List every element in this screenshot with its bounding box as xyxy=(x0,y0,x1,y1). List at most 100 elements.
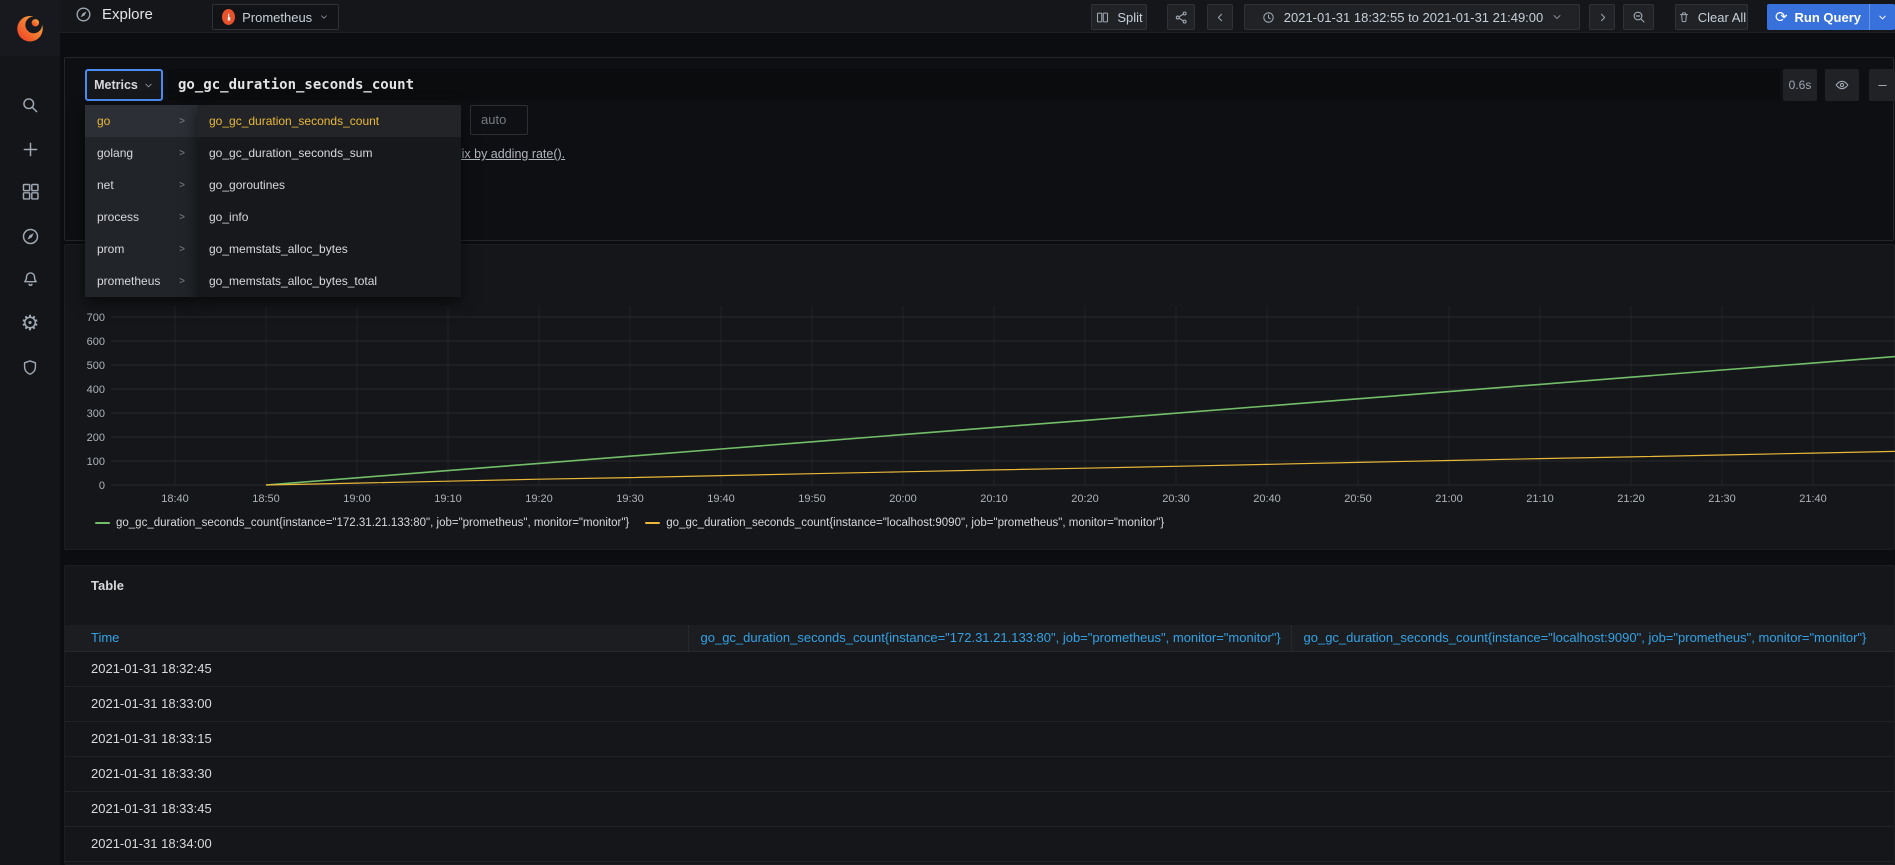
table-row: 2021-01-31 18:33:30 xyxy=(65,756,1894,792)
metric-group-item[interactable]: process > xyxy=(85,201,197,233)
table-panel: Table Time go_gc_duration_seconds_count{i… xyxy=(64,565,1895,865)
table-cell xyxy=(688,651,1291,687)
page-title: Explore xyxy=(102,6,153,23)
grafana-logo-icon xyxy=(17,15,43,42)
x-tick-label: 19:30 xyxy=(616,493,644,505)
y-tick-label: 400 xyxy=(87,384,105,396)
explore-compass-icon[interactable] xyxy=(18,224,42,248)
table-row: 2021-01-31 18:33:45 xyxy=(65,791,1894,827)
query-expression-input[interactable]: go_gc_duration_seconds_count xyxy=(168,69,1780,101)
table-cell: 2021-01-31 18:33:45 xyxy=(65,791,688,827)
x-tick-label: 19:20 xyxy=(525,493,553,505)
grafana-logo[interactable] xyxy=(0,0,60,56)
clear-all-label: Clear All xyxy=(1697,9,1747,25)
metric-suggestion-item[interactable]: go_info xyxy=(197,201,461,233)
metric-list-menu: go_gc_duration_seconds_count go_gc_durati… xyxy=(197,105,461,297)
chevron-left-icon xyxy=(1217,13,1222,21)
x-tick-label: 20:10 xyxy=(980,493,1008,505)
legend-series-label: go_gc_duration_seconds_count{instance="1… xyxy=(116,517,630,529)
query-visibility-toggle[interactable] xyxy=(1825,69,1859,101)
chevron-down-icon xyxy=(145,83,152,87)
metric-group-item[interactable]: go > xyxy=(85,105,197,137)
table-cell xyxy=(1291,721,1894,757)
table-cell xyxy=(688,686,1291,722)
metric-group-label: prom xyxy=(97,242,125,256)
metric-group-item[interactable]: prometheus > xyxy=(85,265,197,297)
metric-suggestion-item[interactable]: go_goroutines xyxy=(197,169,461,201)
time-shift-forward-button[interactable] xyxy=(1589,4,1615,30)
y-tick-label: 300 xyxy=(87,408,105,420)
table-column-header[interactable]: go_gc_duration_seconds_count{instance="1… xyxy=(688,625,1292,652)
metrics-dropdown-button[interactable]: Metrics xyxy=(85,69,163,101)
time-shift-back-button[interactable] xyxy=(1207,4,1233,30)
time-range-picker[interactable]: 2021-01-31 18:32:55 to 2021-01-31 21:49:… xyxy=(1244,4,1580,30)
legend-series-label: go_gc_duration_seconds_count{instance="l… xyxy=(666,517,1165,529)
chart-legend: go_gc_duration_seconds_count{instance="1… xyxy=(95,517,1164,529)
table-column-header[interactable]: go_gc_duration_seconds_count{instance="l… xyxy=(1291,625,1894,652)
submenu-caret-icon: > xyxy=(179,243,185,255)
chevron-down-icon xyxy=(321,15,327,19)
series-line xyxy=(265,450,1895,486)
explore-content: Metrics go_gc_duration_seconds_count 0.6… xyxy=(60,33,1895,865)
search-icon[interactable] xyxy=(18,93,42,117)
metric-group-item[interactable]: golang > xyxy=(85,137,197,169)
server-admin-shield-icon[interactable] xyxy=(18,356,42,380)
legend-item[interactable]: go_gc_duration_seconds_count{instance="l… xyxy=(645,517,1164,529)
zoom-out-icon xyxy=(1633,11,1645,23)
step-interval-input[interactable]: auto xyxy=(470,105,528,135)
table-cell xyxy=(688,826,1291,862)
metric-group-menu: go > golang > net > process > prom > prometheus > xyxy=(85,105,197,297)
submenu-caret-icon: > xyxy=(179,275,185,287)
x-tick-label: 20:20 xyxy=(1071,493,1099,505)
query-hint-link[interactable]: Fix by adding rate(). xyxy=(454,147,565,161)
clear-all-button[interactable]: Clear All xyxy=(1675,4,1748,30)
trash-icon xyxy=(1679,12,1688,23)
table-cell xyxy=(1291,756,1894,792)
grafana-explore-screen: ⚙ Explore Prometheus Split 2021-01-31 18… xyxy=(0,0,1895,865)
table-cell: 2021-01-31 18:33:00 xyxy=(65,686,688,722)
x-tick-label: 21:00 xyxy=(1435,493,1463,505)
submenu-caret-icon: > xyxy=(179,115,185,127)
configuration-gear-icon[interactable]: ⚙ xyxy=(18,311,42,335)
metric-suggestion-item[interactable]: go_gc_duration_seconds_sum xyxy=(197,137,461,169)
x-tick-label: 20:30 xyxy=(1162,493,1190,505)
metric-group-label: go xyxy=(97,114,111,128)
table-header-row: Time go_gc_duration_seconds_count{instanc… xyxy=(65,625,1894,652)
compass-icon xyxy=(76,7,91,22)
clock-icon xyxy=(1263,11,1274,23)
table-cell xyxy=(688,721,1291,757)
dashboards-icon[interactable] xyxy=(18,179,42,203)
metric-group-item[interactable]: net > xyxy=(85,169,197,201)
metric-suggestion-item[interactable]: go_memstats_alloc_bytes_total xyxy=(197,265,461,297)
table-column-header[interactable]: Time xyxy=(65,625,689,652)
sidebar: ⚙ xyxy=(0,0,60,865)
datasource-name: Prometheus xyxy=(242,9,313,25)
metric-group-item[interactable]: prom > xyxy=(85,233,197,265)
zoom-out-button[interactable] xyxy=(1623,4,1654,30)
alerting-bell-icon[interactable] xyxy=(18,267,42,291)
run-query-dropdown-caret[interactable] xyxy=(1869,4,1895,30)
x-tick-label: 20:50 xyxy=(1344,493,1372,505)
minus-icon xyxy=(1877,84,1887,86)
create-plus-icon[interactable] xyxy=(18,137,42,161)
table-panel-title: Table xyxy=(91,578,124,593)
metric-suggestion-item[interactable]: go_gc_duration_seconds_count xyxy=(197,105,461,137)
metric-suggestion-item[interactable]: go_memstats_alloc_bytes xyxy=(197,233,461,265)
legend-item[interactable]: go_gc_duration_seconds_count{instance="1… xyxy=(95,517,629,529)
x-tick-label: 19:50 xyxy=(798,493,826,505)
y-tick-label: 0 xyxy=(99,480,105,492)
explore-header: Explore xyxy=(74,5,153,24)
split-label: Split xyxy=(1117,9,1143,25)
legend-series-color-dash xyxy=(95,522,110,524)
run-query-button[interactable]: ⟳ Run Query xyxy=(1767,4,1895,30)
time-range-text: 2021-01-31 18:32:55 to 2021-01-31 21:49:… xyxy=(1283,9,1544,25)
split-button[interactable]: Split xyxy=(1091,4,1147,30)
results-table: Time go_gc_duration_seconds_count{instanc… xyxy=(65,625,1894,862)
share-button[interactable] xyxy=(1167,4,1195,30)
table-cell xyxy=(1291,686,1894,722)
chevron-right-icon xyxy=(1600,13,1605,21)
remove-query-button[interactable] xyxy=(1869,69,1895,101)
table-cell xyxy=(688,791,1291,827)
table-cell: 2021-01-31 18:33:30 xyxy=(65,756,688,792)
datasource-picker[interactable]: Prometheus xyxy=(212,4,339,30)
